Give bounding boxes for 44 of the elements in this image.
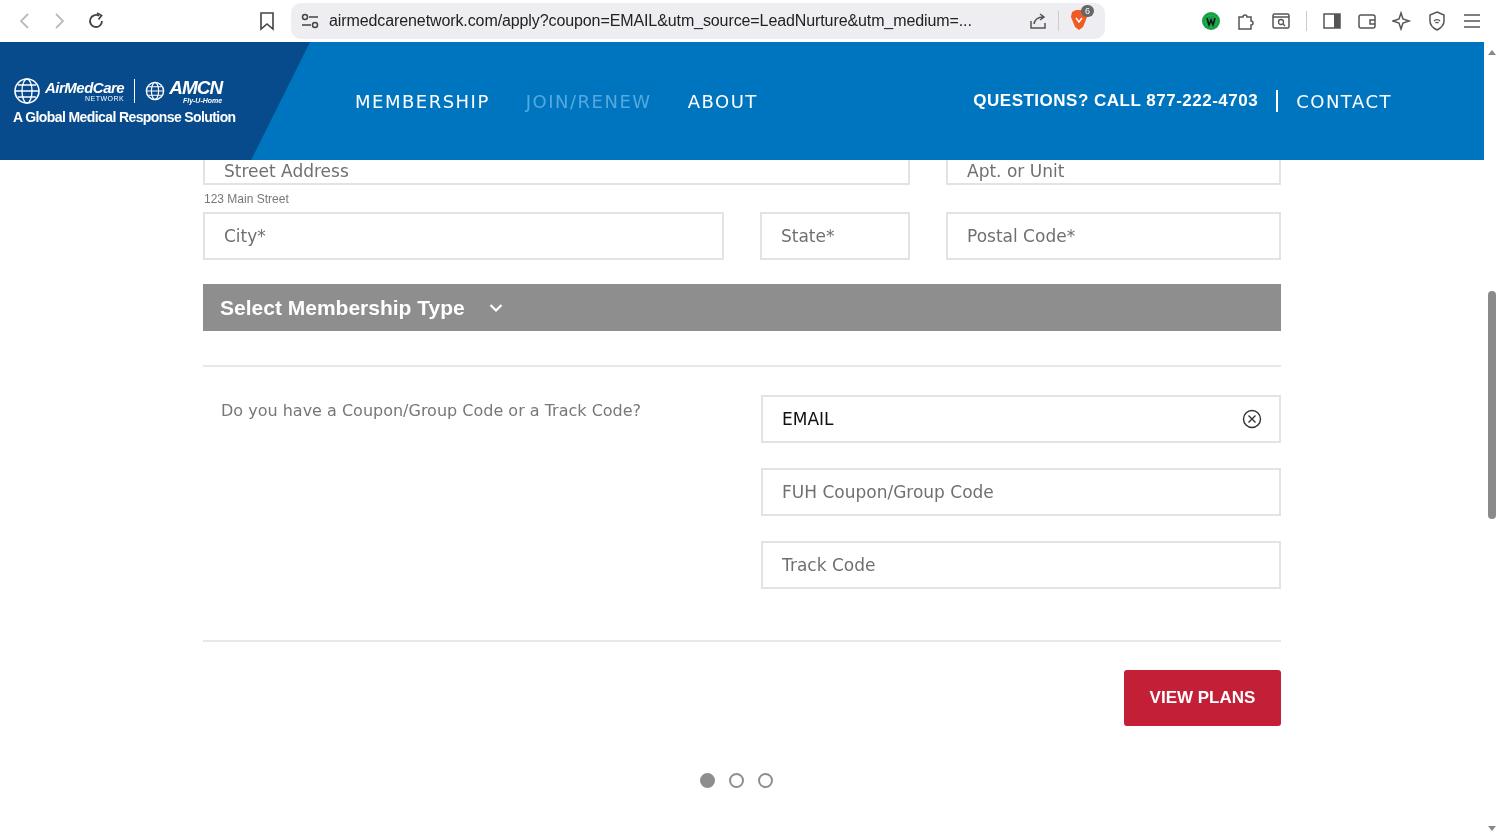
reload-icon[interactable] — [86, 11, 106, 31]
apt-unit-field[interactable]: Apt. or Unit — [946, 160, 1281, 185]
lion-shield-icon[interactable] — [1069, 9, 1089, 31]
nav-link[interactable]: ABOUT — [687, 90, 758, 112]
shields-count-badge: 6 — [1081, 5, 1094, 17]
scrollbar-thumb[interactable] — [1488, 291, 1496, 519]
coupon-code-field[interactable]: EMAIL — [761, 395, 1281, 443]
globe-icon — [13, 77, 41, 105]
coupon-question: Do you have a Coupon/Group Code or a Track Code? — [221, 401, 642, 422]
page-search-icon[interactable] — [1271, 11, 1291, 31]
nav-link[interactable]: MEMBERSHIP — [355, 90, 490, 112]
wallet-icon[interactable] — [1357, 11, 1377, 31]
step-dot[interactable] — [758, 773, 773, 788]
contact-link[interactable]: CONTACT — [1296, 90, 1392, 112]
code-field[interactable]: Track Code — [761, 541, 1281, 589]
clear-icon[interactable] — [1242, 409, 1262, 429]
partner-name: AMCN — [169, 78, 223, 97]
state-field[interactable]: State* — [760, 212, 910, 260]
step-dot[interactable] — [700, 773, 715, 788]
globe-icon — [145, 81, 166, 101]
site-settings-icon[interactable] — [301, 13, 319, 29]
address-bar-url[interactable]: airmedcarenetwork.com/apply?coupon=EMAIL&utm_source=LeadNurture&utm_medium=... — [329, 12, 1018, 30]
share-icon[interactable] — [1028, 11, 1048, 31]
city-field[interactable]: City* — [203, 212, 724, 260]
membership-type-dropdown[interactable]: Select Membership Type — [203, 284, 1281, 331]
sidebar-icon[interactable] — [1322, 11, 1342, 31]
chevron-down-icon — [488, 302, 503, 313]
extension-badge-icon[interactable] — [1201, 11, 1221, 31]
brand-name: AirMedCare — [45, 80, 125, 95]
menu-icon[interactable] — [1462, 12, 1482, 30]
scroll-down-icon[interactable] — [1487, 825, 1497, 833]
scroll-up-icon[interactable] — [1487, 48, 1497, 56]
logo-tagline: A Global Medical Response Solution — [13, 109, 237, 125]
street-address-hint: 123 Main Street — [204, 192, 290, 206]
view-plans-button[interactable]: VIEW PLANS — [1124, 670, 1281, 726]
street-address-field[interactable]: Street Address — [203, 160, 910, 185]
bookmark-icon[interactable] — [259, 11, 275, 31]
puzzle-icon[interactable] — [1236, 11, 1256, 31]
sparkle-icon[interactable] — [1392, 11, 1412, 31]
step-dot[interactable] — [729, 773, 744, 788]
vpn-shield-icon[interactable] — [1427, 11, 1447, 31]
phone-link[interactable]: QUESTIONS? CALL 877-222-4703 — [973, 91, 1259, 111]
code-field[interactable]: FUH Coupon/Group Code — [761, 468, 1281, 516]
postal-code-field[interactable]: Postal Code* — [946, 212, 1281, 260]
